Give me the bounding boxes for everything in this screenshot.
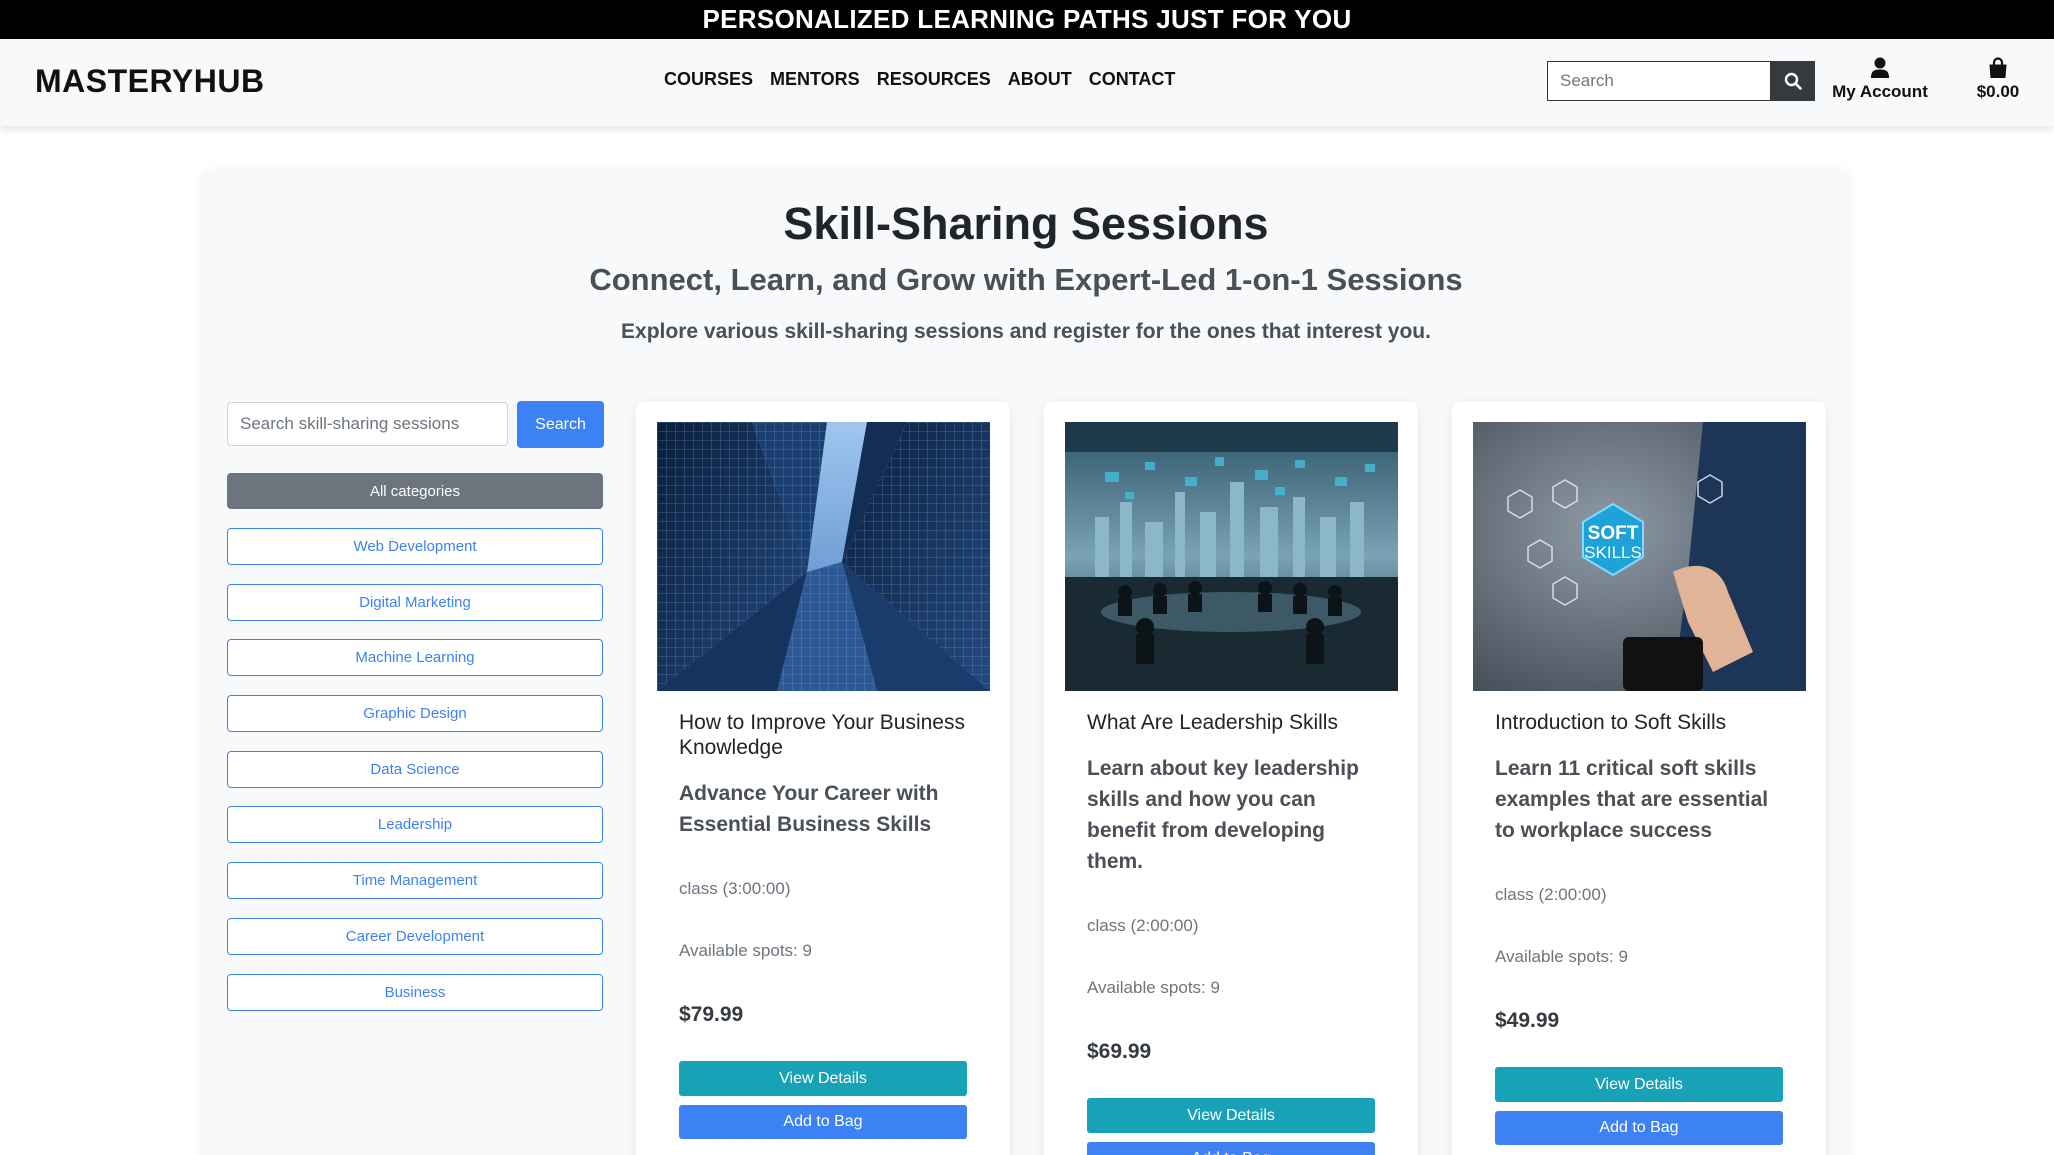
nav-link-about[interactable]: ABOUT (1008, 69, 1072, 90)
page-title: Skill-Sharing Sessions (783, 198, 1269, 249)
my-account-label: My Account (1832, 82, 1928, 101)
add-to-bag-button[interactable]: Add to Bag (1087, 1142, 1375, 1155)
add-to-bag-button[interactable]: Add to Bag (679, 1105, 967, 1139)
sessions-panel: Skill-Sharing Sessions Connect, Learn, a… (204, 174, 1848, 1155)
header-search-button[interactable] (1771, 61, 1815, 101)
shopping-bag-icon (1989, 57, 2007, 78)
add-to-bag-button[interactable]: Add to Bag (1495, 1111, 1783, 1145)
card-description: Learn about key leadership skills and ho… (1087, 757, 1359, 873)
user-icon (1871, 57, 1889, 78)
session-card: SOFT SKILLS Introduction to Soft Skills … (1452, 402, 1826, 1155)
card-description: Learn 11 critical soft skills examples t… (1495, 757, 1769, 842)
page-subtitle: Connect, Learn, and Grow with Expert-Led… (589, 262, 1463, 297)
card-body: What Are Leadership Skills Learn about k… (1087, 710, 1382, 1155)
card-body: How to Improve Your Business Knowledge A… (679, 710, 974, 1139)
category-digital-marketing[interactable]: Digital Marketing (227, 583, 603, 621)
card-title: What Are Leadership Skills (1087, 711, 1338, 734)
card-title: How to Improve Your Business Knowledge (679, 711, 965, 759)
page-intro: Explore various skill-sharing sessions a… (621, 320, 1431, 343)
card-duration: class (2:00:00) (1087, 916, 1199, 935)
nav-link-resources[interactable]: RESOURCES (877, 69, 991, 90)
bag-total: $0.00 (1976, 82, 2020, 101)
session-image-soft-skills: SOFT SKILLS (1473, 422, 1806, 691)
search-icon (1784, 72, 1802, 90)
session-card: What Are Leadership Skills Learn about k… (1044, 402, 1418, 1155)
card-available-spots: Available spots: 9 (679, 941, 812, 960)
session-search-input[interactable] (227, 402, 508, 446)
card-description: Advance Your Career with Essential Busin… (679, 782, 939, 836)
card-available-spots: Available spots: 9 (1087, 978, 1220, 997)
my-account-link[interactable]: My Account (1830, 57, 1930, 102)
card-body: Introduction to Soft Skills Learn 11 cri… (1495, 710, 1790, 1145)
session-card: How to Improve Your Business Knowledge A… (636, 402, 1010, 1155)
card-available-spots: Available spots: 9 (1495, 947, 1628, 966)
category-graphic-design[interactable]: Graphic Design (227, 695, 603, 733)
category-all[interactable]: All categories (227, 473, 603, 509)
banner-text: PERSONALIZED LEARNING PATHS JUST FOR YOU (702, 4, 1352, 34)
category-filter-list: All categories Web Development Digital M… (227, 473, 603, 1029)
header-search (1547, 61, 1815, 101)
nav-link-contact[interactable]: CONTACT (1089, 69, 1176, 90)
card-price: $79.99 (679, 1003, 744, 1026)
card-title: Introduction to Soft Skills (1495, 711, 1727, 734)
category-leadership[interactable]: Leadership (227, 806, 603, 844)
image-text-soft: SOFT (1588, 523, 1639, 544)
header-search-input[interactable] (1547, 61, 1771, 101)
navbar: MASTERYHUB COURSES MENTORS RESOURCES ABO… (0, 39, 2054, 126)
session-image-skyscrapers (657, 422, 990, 691)
nav-link-mentors[interactable]: MENTORS (770, 69, 860, 90)
shopping-bag-link[interactable]: $0.00 (1968, 57, 2028, 102)
image-text-skills: SKILLS (1584, 543, 1642, 562)
session-image-meeting-room (1065, 422, 1398, 691)
category-data-science[interactable]: Data Science (227, 750, 603, 788)
view-details-button[interactable]: View Details (1495, 1067, 1783, 1102)
card-price: $49.99 (1495, 1009, 1560, 1032)
category-business[interactable]: Business (227, 973, 603, 1011)
view-details-button[interactable]: View Details (1087, 1098, 1375, 1133)
session-search-form: Search (227, 401, 604, 448)
card-duration: class (2:00:00) (1495, 885, 1607, 904)
session-search-button[interactable]: Search (517, 401, 604, 448)
view-details-button[interactable]: View Details (679, 1061, 967, 1096)
category-career-development[interactable]: Career Development (227, 917, 603, 955)
card-duration: class (3:00:00) (679, 879, 791, 898)
brand-logo[interactable]: MASTERYHUB (35, 63, 265, 100)
category-web-development[interactable]: Web Development (227, 528, 603, 565)
top-banner: PERSONALIZED LEARNING PATHS JUST FOR YOU (0, 0, 2054, 39)
nav-link-courses[interactable]: COURSES (664, 69, 753, 90)
category-machine-learning[interactable]: Machine Learning (227, 639, 603, 677)
card-price: $69.99 (1087, 1040, 1152, 1063)
main-nav: COURSES MENTORS RESOURCES ABOUT CONTACT (664, 69, 1175, 90)
category-time-management[interactable]: Time Management (227, 862, 603, 900)
